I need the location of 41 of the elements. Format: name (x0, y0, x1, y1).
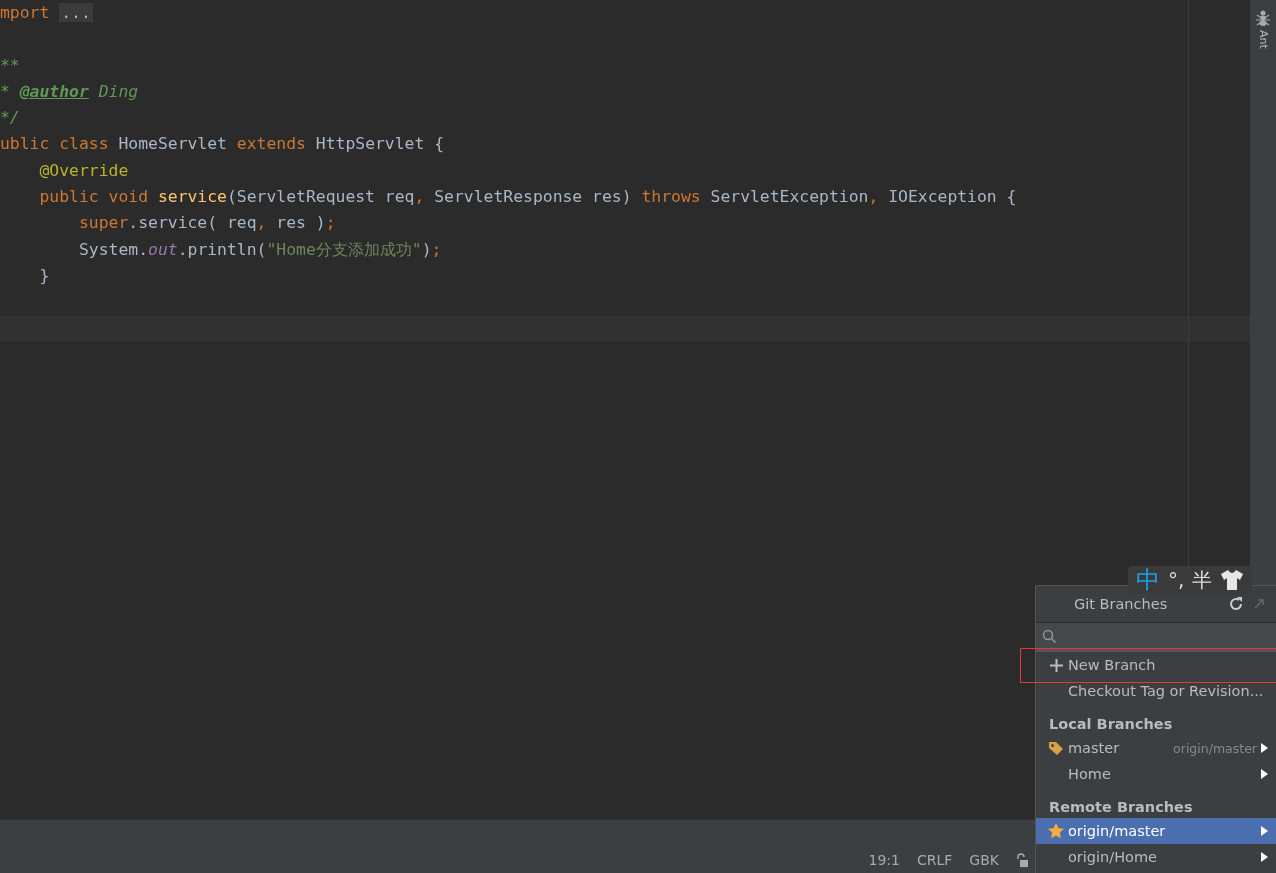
code-line: @Override (38, 159, 129, 182)
branch-item[interactable]: origin/Home (1036, 844, 1276, 870)
code-line: public void service(ServletRequest req, ServletResponse res) throws ServletException, IOException { (38, 186, 1017, 209)
menu-item[interactable]: Checkout Tag or Revision... (1036, 678, 1276, 704)
branch-item[interactable]: master origin/master (1036, 735, 1276, 761)
search-field[interactable] (1036, 623, 1276, 652)
ant-icon[interactable] (1256, 10, 1270, 26)
folded-code[interactable]: ... (59, 3, 93, 22)
section-header: Local Branches (1049, 716, 1173, 732)
branch-item[interactable]: New Branch (1036, 652, 1276, 678)
code-line: * @author Ding (0, 80, 139, 103)
ime-punctuation-toggle[interactable]: °, (1168, 568, 1185, 592)
lock-icon[interactable] (1016, 853, 1028, 867)
tracking-branch: origin/master (1173, 740, 1257, 756)
search-icon (1042, 628, 1057, 644)
tag-icon (1048, 740, 1064, 756)
code-line: mport ... (0, 2, 93, 24)
code-line: ublic class HomeServlet extends HttpServlet { (0, 133, 445, 156)
status-item[interactable]: CRLF (917, 852, 953, 868)
submenu-arrow-icon (1261, 769, 1268, 779)
plus-icon (1049, 658, 1063, 672)
status-item[interactable]: GBK (969, 852, 999, 868)
code-line: */ (0, 107, 20, 130)
ime-mode-toggle[interactable]: 中 (1136, 564, 1160, 596)
shirt-icon[interactable] (1220, 569, 1245, 591)
branch-item[interactable]: origin/master (1036, 818, 1276, 844)
branch-item[interactable]: Home (1036, 761, 1276, 787)
section-header: Remote Branches (1049, 799, 1193, 815)
ime-width-toggle[interactable]: 半 (1192, 566, 1213, 594)
refresh-icon[interactable] (1228, 596, 1244, 612)
popup-title: Git Branches (1074, 596, 1169, 612)
code-line: } (38, 264, 50, 287)
code-line: ** (0, 54, 20, 77)
submenu-arrow-icon (1261, 852, 1268, 862)
code-line: System.out.println("Home分支添加成功"); (77, 238, 442, 261)
tool-window-tab[interactable]: Ant (1256, 30, 1270, 49)
submenu-arrow-icon (1261, 743, 1268, 753)
star-icon (1048, 823, 1064, 839)
status-item[interactable]: 19:1 (868, 852, 900, 868)
submenu-arrow-icon (1261, 826, 1268, 836)
code-line: super.service( req, res ); (77, 212, 336, 235)
